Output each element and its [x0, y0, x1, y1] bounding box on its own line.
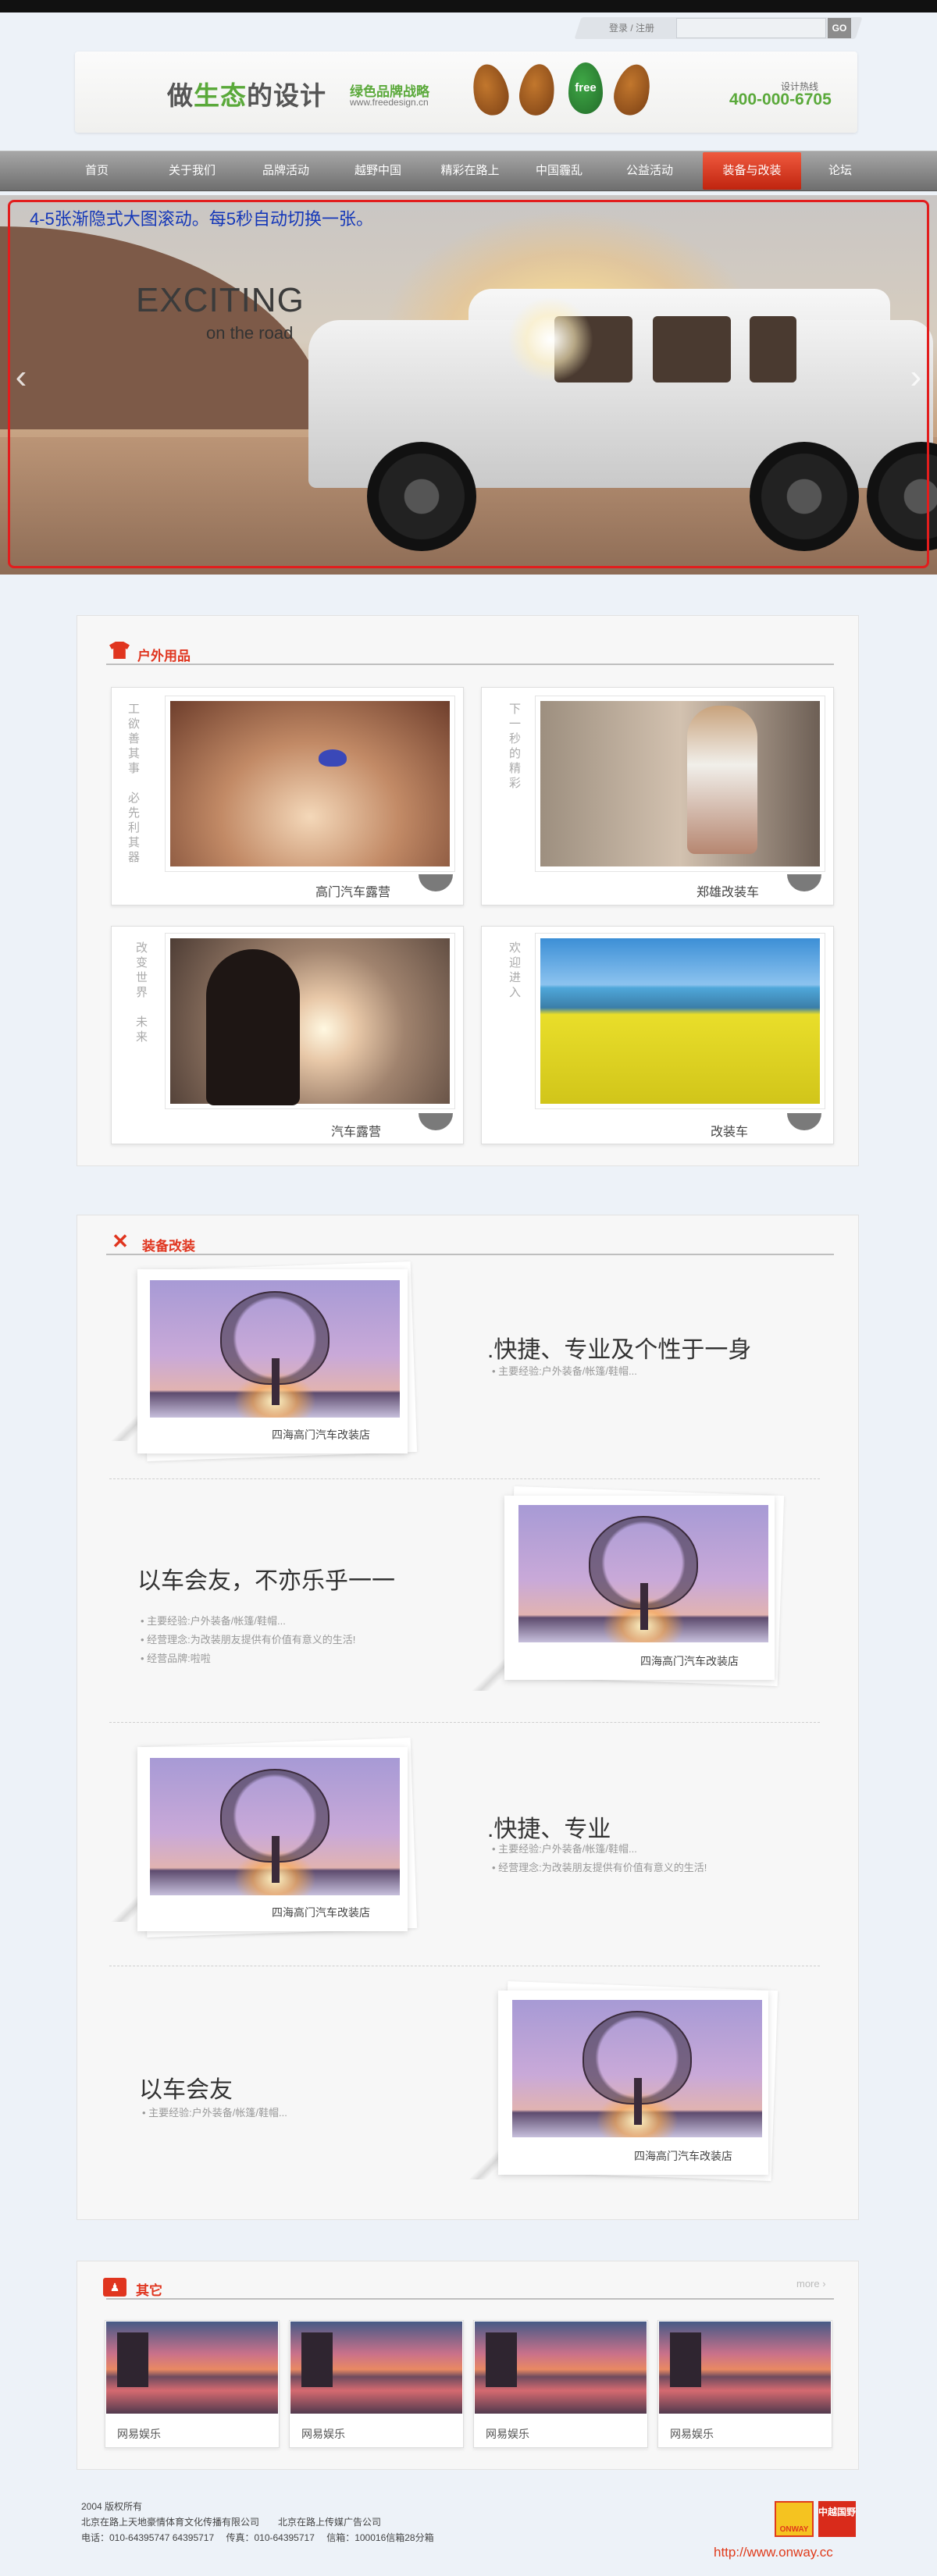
footer-contact: 电话：010-64395747 64395717 传真：010-64395717…: [81, 2532, 434, 2543]
site-logo[interactable]: 做生态的设计: [167, 75, 326, 112]
nav-item-equipment[interactable]: 装备与改装: [703, 152, 801, 190]
logo-text-green: 生态: [194, 81, 247, 110]
polaroid-caption: 四海高门汽车改装店: [272, 1429, 370, 1441]
castle-shape: [117, 2332, 148, 2387]
card-vertical-text: 工欲善其事 必先利其器: [126, 703, 139, 866]
feature-title: 以车会友: [139, 2077, 233, 2103]
card-caption: 郑雄改装车: [697, 886, 760, 899]
row-divider: [109, 1722, 820, 1723]
equipment-title: 装备改装: [142, 1239, 195, 1254]
castle-shape: [301, 2332, 333, 2387]
card-vertical-text: 下一秒的精彩: [508, 703, 520, 792]
slider-prev-arrow[interactable]: ‹: [3, 355, 39, 399]
polaroid-caption: 四海高门汽车改装店: [272, 1906, 370, 1919]
slider-annotation-frame: [8, 200, 929, 568]
more-link[interactable]: more ›: [796, 2278, 826, 2290]
silhouette-shape: [206, 949, 300, 1105]
slider-next-arrow[interactable]: ›: [898, 355, 934, 399]
other-caption: 网易娱乐: [117, 2428, 161, 2440]
nav-item-forum[interactable]: 论坛: [796, 151, 884, 191]
feature-line: • 主要经验:户外装备/帐篷/鞋帽...: [141, 1615, 286, 1627]
card-vertical-text: 改变世界 未来: [134, 941, 147, 1045]
card-vertical-text: 欢迎进入: [508, 941, 520, 1001]
slider-annotation-note: 4-5张渐隐式大图滚动。每5秒自动切换一张。: [30, 209, 374, 229]
equipment-title-line: [106, 1254, 834, 1255]
polaroid-caption: 四海高门汽车改装店: [640, 1655, 739, 1667]
footer-copyright: 2004 版权所有: [81, 2501, 143, 2512]
feature-title: .快捷、专业及个性于一身: [487, 1337, 752, 1363]
nav-item-brand-events[interactable]: 品牌活动: [242, 151, 330, 191]
footer-url[interactable]: http://www.onway.cc: [714, 2545, 833, 2560]
tree-trunk: [634, 2078, 642, 2125]
feature-title: 以车会友，不亦乐乎一一: [137, 1568, 395, 1594]
castle-shape: [486, 2332, 517, 2387]
card-caption: 高门汽车露营: [315, 886, 391, 899]
others-title-line: [106, 2298, 834, 2300]
outdoor-title: 户外用品: [137, 649, 191, 664]
onway-logo: ONWAY: [775, 2501, 814, 2537]
castle-shape: [670, 2332, 701, 2387]
nav-item-home[interactable]: 首页: [53, 151, 141, 191]
slide-subline: on the road: [206, 323, 294, 343]
tools-icon: ✕: [112, 1229, 129, 1253]
slide-headline: EXCITING: [136, 281, 305, 319]
go-button[interactable]: GO: [828, 18, 851, 38]
card-caption: 汽车露营: [331, 1126, 382, 1139]
nav-item-offroad-china[interactable]: 越野中国: [334, 151, 422, 191]
nav-item-charity[interactable]: 公益活动: [606, 151, 693, 191]
nav-item-on-the-road[interactable]: 精彩在路上: [426, 151, 514, 191]
other-caption: 网易娱乐: [486, 2428, 529, 2440]
tree-trunk: [272, 1358, 280, 1405]
others-title: 其它: [136, 2283, 162, 2298]
top-black-bar: [0, 0, 937, 12]
login-register-link[interactable]: 登录 / 注册: [609, 21, 654, 34]
card-caption: 改装车: [711, 1126, 749, 1139]
outdoor-title-line: [106, 664, 834, 665]
china-offroad-logo: 中越国野: [818, 2501, 856, 2537]
card-photo-flower: [165, 696, 455, 872]
flower-shape: [319, 749, 347, 767]
logo-url: www.freedesign.cn: [350, 97, 429, 108]
feature-line: • 主要经验:户外装备/帐篷/鞋帽...: [492, 1365, 637, 1377]
logo-text-1: 做: [167, 81, 194, 110]
girl-shape: [687, 706, 757, 854]
card-photo-field: [535, 933, 825, 1109]
logo-text-2: 的设计: [247, 81, 326, 110]
more-label: more: [796, 2278, 820, 2290]
tree-trunk: [640, 1583, 648, 1630]
feature-line: • 经营理念:为改装朋友提供有价值有意义的生活!: [141, 1634, 356, 1646]
card-photo-rails: [535, 696, 825, 872]
feature-title: .快捷、专业: [487, 1816, 611, 1842]
row-divider: [109, 1478, 820, 1479]
other-caption: 网易娱乐: [301, 2428, 345, 2440]
nav-item-about[interactable]: 关于我们: [148, 151, 236, 191]
tree-trunk: [272, 1836, 280, 1883]
footer-companies: 北京在路上天地豪情体育文化传播有限公司 北京在路上传媒广告公司: [81, 2517, 382, 2528]
search-input[interactable]: [676, 18, 826, 38]
hotline-number: 400-000-6705: [729, 91, 832, 109]
feature-line: • 经营理念:为改装朋友提供有价值有意义的生活!: [492, 1862, 707, 1873]
other-caption: 网易娱乐: [670, 2428, 714, 2440]
nav-item-china-haze[interactable]: 中国霾乱: [515, 151, 603, 191]
feature-line: • 主要经验:户外装备/帐篷/鞋帽...: [142, 2107, 287, 2119]
feature-line: • 经营品牌:啦啦: [141, 1653, 211, 1664]
feature-line: • 主要经验:户外装备/帐篷/鞋帽...: [492, 1843, 637, 1855]
user-icon: ♟: [103, 2278, 126, 2297]
polaroid-caption: 四海高门汽车改装店: [634, 2150, 732, 2162]
